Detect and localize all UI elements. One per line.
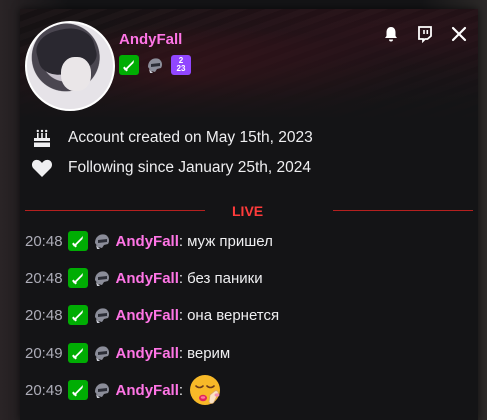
moderator-badge[interactable] (67, 380, 88, 400)
pleading-face-emote[interactable] (189, 373, 223, 407)
user-card: AndyFall 2 23 Account created on May 15t… (20, 9, 478, 420)
chat-message: 20:48 AndyFall: без паники (25, 268, 263, 288)
message-time: 20:48 (25, 232, 63, 250)
helmet-badge[interactable] (145, 55, 165, 75)
helmet-badge[interactable] (92, 343, 112, 363)
sword-icon (71, 385, 83, 397)
helmet-badge[interactable] (92, 380, 112, 400)
year-badge-bottom: 23 (176, 64, 186, 73)
helmet-icon (94, 308, 109, 323)
following-row: Following since January 25th, 2024 (30, 157, 311, 179)
live-label: LIVE (232, 203, 264, 219)
helmet-icon (148, 58, 163, 73)
helmet-icon (94, 346, 109, 361)
message-text: без паники (187, 269, 263, 287)
chat-message: 20:48 AndyFall: она вернется (25, 305, 280, 325)
twitch-icon[interactable] (414, 23, 436, 45)
chat-message: 20:48 AndyFall: муж пришел (25, 231, 273, 251)
chat-message: 20:49 AndyFall: (25, 375, 223, 405)
heart-icon (30, 157, 54, 179)
following-text: Following since January 25th, 2024 (68, 159, 311, 176)
message-username[interactable]: AndyFall (116, 307, 179, 324)
message-username[interactable]: AndyFall (116, 382, 179, 399)
sword-icon (71, 310, 83, 322)
helmet-badge[interactable] (92, 268, 112, 288)
sword-icon (71, 348, 83, 360)
live-divider-right (333, 210, 473, 211)
avatar[interactable] (25, 21, 115, 111)
helmet-icon (94, 271, 109, 286)
account-created-row: Account created on May 15th, 2023 (30, 127, 313, 149)
message-username[interactable]: AndyFall (116, 270, 179, 287)
moderator-badge[interactable] (67, 268, 88, 288)
year-2023-badge[interactable]: 2 23 (171, 55, 191, 75)
sword-icon (71, 273, 83, 285)
sword-icon (71, 236, 83, 248)
message-time: 20:49 (25, 344, 63, 362)
live-divider-left (25, 210, 205, 211)
message-text: муж пришел (187, 232, 273, 250)
message-username[interactable]: AndyFall (116, 345, 179, 362)
helmet-icon (94, 383, 109, 398)
cake-icon (30, 127, 54, 149)
card-actions (380, 23, 470, 45)
moderator-badge[interactable] (67, 231, 88, 251)
message-text: она вернется (187, 306, 280, 324)
username[interactable]: AndyFall (119, 31, 182, 48)
bell-icon[interactable] (380, 23, 402, 45)
sword-icon (123, 60, 134, 72)
helmet-icon (94, 234, 109, 249)
chat-message: 20:49 AndyFall: верим (25, 343, 231, 363)
message-time: 20:49 (25, 381, 63, 399)
helmet-badge[interactable] (92, 231, 112, 251)
moderator-badge[interactable] (119, 55, 139, 75)
message-time: 20:48 (25, 269, 63, 287)
moderator-badge[interactable] (67, 343, 88, 363)
badge-list: 2 23 (119, 55, 191, 75)
message-username[interactable]: AndyFall (116, 233, 179, 250)
helmet-badge[interactable] (92, 305, 112, 325)
account-created-text: Account created on May 15th, 2023 (68, 129, 313, 146)
message-time: 20:48 (25, 306, 63, 324)
close-icon[interactable] (448, 23, 470, 45)
message-text: верим (187, 344, 231, 362)
moderator-badge[interactable] (67, 305, 88, 325)
